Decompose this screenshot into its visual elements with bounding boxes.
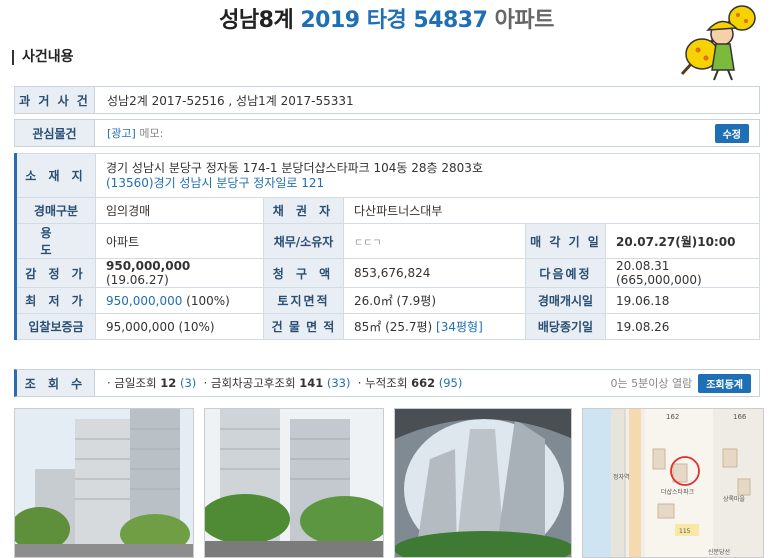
land: 26.0㎡ (7.9평) [343, 287, 526, 314]
start: 19.06.18 [605, 287, 760, 314]
page-title: 성남8계 2019 타경 54837 아파트 [0, 2, 773, 34]
views-label: 조 회 수 [17, 370, 95, 396]
sale-date-label: 매 각 기 일 [525, 223, 606, 259]
deposit: 95,000,000 (10%) [95, 313, 264, 340]
case-info-table: 소 재 지 경기 성남시 분당구 정자동 174-1 분당더샵스타파크 104동… [14, 153, 760, 340]
use-label: 용 도 [15, 223, 96, 259]
today-count: 12 [160, 376, 177, 390]
building-label: 건 물 면 적 [263, 313, 344, 340]
debtor-label: 채무/소유자 [263, 223, 344, 259]
min-pct: (100%) [182, 293, 230, 308]
property-photo-3[interactable] [394, 408, 572, 558]
map-label-f: 115 [679, 528, 691, 535]
building-cell: 85㎡ (25.7평) [34평형] [343, 313, 526, 340]
location-row: 소 재 지 경기 성남시 분당구 정자동 174-1 분당더샵스타파크 104동… [15, 153, 760, 198]
table-row: 입찰보증금 95,000,000 (10%) 건 물 면 적 85㎡ (25.7… [15, 313, 760, 340]
register-views-button[interactable]: 조회등계 [698, 373, 751, 393]
memo-label: 메모: [135, 127, 164, 140]
debtor: ㄷㄷㄱ [343, 223, 526, 259]
location-value: 경기 성남시 분당구 정자동 174-1 분당더샵스타파크 104동 28층 2… [95, 153, 760, 198]
map-label-e: 정자역 [613, 473, 630, 481]
sale-date: 20.07.27(월)10:00 [605, 223, 760, 259]
building-type-link[interactable]: [34평형] [436, 320, 483, 334]
min-value: 950,000,000 [106, 293, 183, 308]
views-note: 0는 5분이상 열람 [610, 377, 693, 390]
interest-value: [광고] 메모: [95, 125, 715, 141]
min-label: 최 저 가 [15, 287, 96, 314]
today-label: · 금일조회 [107, 376, 161, 390]
location-label: 소 재 지 [15, 153, 96, 198]
appraisal-date: (19.06.27) [106, 273, 169, 287]
creditor: 다산파트너스대부 [343, 197, 760, 224]
total-sub: (95) [435, 376, 463, 390]
court-name: 성남8계 [219, 8, 294, 33]
claim-label: 청 구 액 [263, 258, 344, 288]
appraisal-value: 950,000,000 [106, 259, 191, 273]
deposit-label: 입찰보증금 [15, 313, 96, 340]
creditor-label: 채 권 자 [263, 197, 344, 224]
auction-type: 임의경매 [95, 197, 264, 224]
map-label-d: 상록마을 [723, 495, 746, 503]
total-label: · 누적조회 [357, 376, 412, 390]
ad-link[interactable]: [광고] [107, 127, 136, 140]
next-label: 다음예정 [525, 258, 606, 288]
min-cell: 950,000,000 (100%) [95, 287, 264, 314]
auction-type-label: 경매구분 [15, 197, 96, 224]
table-row: 경매구분 임의경매 채 권 자 다산파트너스대부 [15, 197, 760, 224]
map-label-a: 162 [666, 413, 679, 421]
building-area: 85㎡ (25.7평) [354, 320, 437, 334]
map-label-b: 166 [733, 413, 747, 421]
map-label-c: 더샵스타파크 [661, 488, 695, 496]
past-case-row: 과 거 사 건 성남2계 2017-52516 , 성남1계 2017-5533… [14, 86, 760, 114]
edit-button[interactable]: 수정 [714, 123, 749, 143]
today-sub: (3) [176, 376, 197, 390]
claim: 853,676,824 [343, 258, 526, 288]
since-label: · 금회차공고후조회 [203, 376, 300, 390]
case-number: 2019 타경 54837 [300, 8, 488, 33]
table-row: 용 도 아파트 채무/소유자 ㄷㄷㄱ 매 각 기 일 20.07.27(월)10… [15, 223, 760, 259]
appraisal-cell: 950,000,000 (19.06.27) [95, 258, 264, 288]
use: 아파트 [95, 223, 264, 259]
mascot-illustration [680, 5, 756, 81]
past-case-value: 성남2계 2017-52516 , 성남1계 2017-55331 [107, 93, 354, 108]
total-count: 662 [411, 376, 436, 390]
views-row: 조 회 수 · 금일조회 12 (3) · 금회차공고후조회 141 (33) … [14, 369, 760, 397]
property-type: 아파트 [494, 8, 555, 33]
interest-label: 관심물건 [15, 120, 95, 146]
next: 20.08.31 (665,000,000) [605, 258, 760, 288]
views-stats: · 금일조회 12 (3) · 금회차공고후조회 141 (33) · 누적조회… [95, 375, 610, 391]
road-address[interactable]: (13560)경기 성남시 분당구 정자일로 121 [106, 176, 749, 191]
map-label-g: 신분당선 [708, 548, 730, 556]
past-case-label: 과 거 사 건 [15, 87, 95, 113]
photo-strip: 162 166 더샵스타파크 상록마을 정자역 115 신분당선 [14, 408, 764, 558]
table-row: 감 정 가 950,000,000 (19.06.27) 청 구 액 853,6… [15, 258, 760, 288]
property-photo-2[interactable] [204, 408, 384, 558]
address: 경기 성남시 분당구 정자동 174-1 분당더샵스타파크 104동 28층 2… [106, 160, 483, 175]
location-map[interactable]: 162 166 더샵스타파크 상록마을 정자역 115 신분당선 [582, 408, 764, 558]
start-label: 경매개시일 [525, 287, 606, 314]
land-label: 토지면적 [263, 287, 344, 314]
appraisal-label: 감 정 가 [15, 258, 96, 288]
property-photo-1[interactable] [14, 408, 194, 558]
since-count: 141 [299, 376, 324, 390]
dividend: 19.08.26 [605, 313, 760, 340]
since-sub: (33) [323, 376, 351, 390]
section-title: 사건내용 [12, 50, 74, 65]
dividend-label: 배당종기일 [525, 313, 606, 340]
table-row: 최 저 가 950,000,000 (100%) 토지면적 26.0㎡ (7.9… [15, 287, 760, 314]
interest-row: 관심물건 [광고] 메모: 수정 [14, 119, 760, 147]
